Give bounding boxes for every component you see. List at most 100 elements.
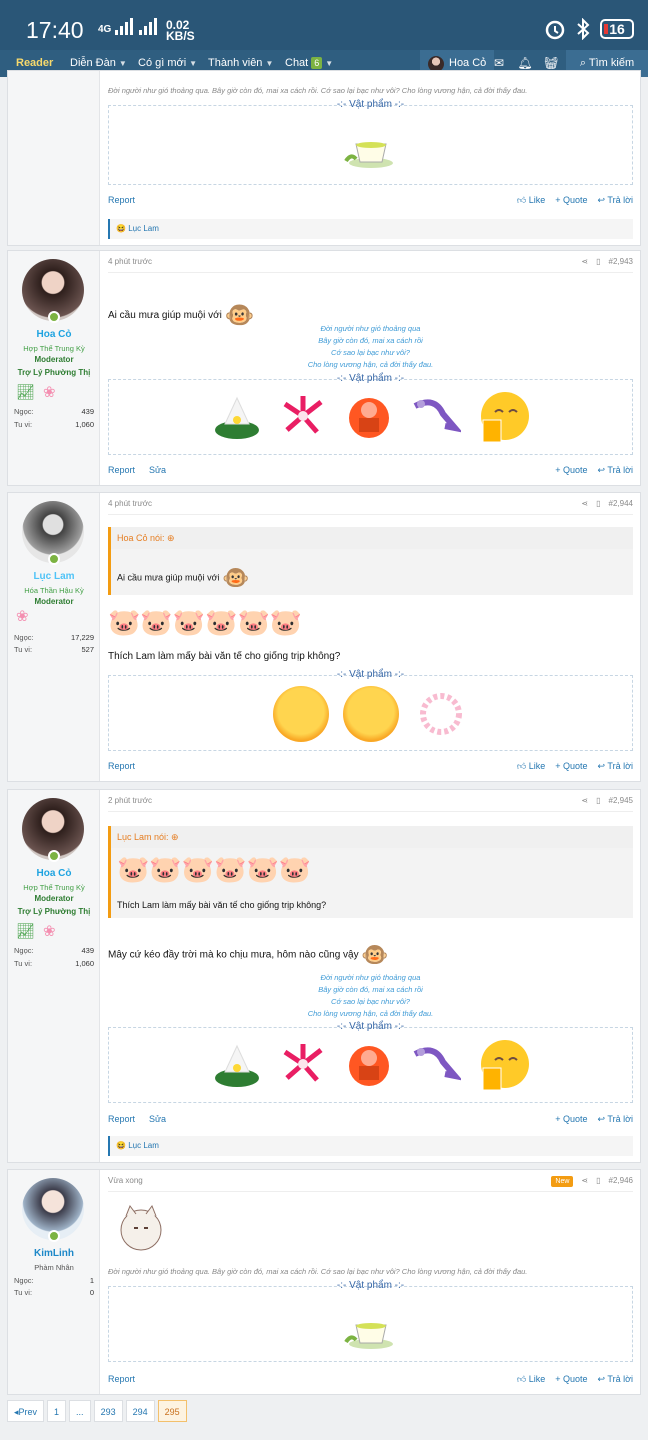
username[interactable]: Hoa Cỏ xyxy=(8,329,100,340)
online-indicator-icon xyxy=(48,850,60,862)
post-number[interactable]: #2,946 xyxy=(609,1170,633,1192)
chevron-down-icon: ▼ xyxy=(118,59,127,68)
stat-ngoc: Ngọc: 1 xyxy=(14,1276,94,1285)
page-293[interactable]: 293 xyxy=(93,1400,123,1422)
quote-block: Lục Lam nói: ⊕ 🐷🐷🐷🐷🐷🐷 Thích Lam làm mấy … xyxy=(108,826,633,918)
page-295-current[interactable]: 295 xyxy=(157,1400,187,1422)
item-box: -:- Vật phẩm -:- xyxy=(108,1021,633,1103)
net-speed: 0.02 KB/S xyxy=(166,18,195,43)
beer-emoji-icon xyxy=(480,1040,529,1091)
pagination: ◂Prev 1 ... 293 294 295 xyxy=(7,1400,187,1422)
lily-item-icon xyxy=(283,396,323,434)
status-bar: 17:40 4G 0.02 KB/S 16 xyxy=(0,0,648,50)
item-box: -:- Vật phẩm -:- xyxy=(108,99,633,185)
quote-button[interactable]: + Quote xyxy=(555,1374,587,1385)
bookmark-icon[interactable]: ▯ xyxy=(596,790,600,812)
page-294[interactable]: 294 xyxy=(125,1400,155,1422)
laugh-emoji-icon: 😆 xyxy=(116,1141,126,1150)
post: Hoa Cỏ Hợp Thể Trung Kỳ Moderator Trợ Lý… xyxy=(7,789,641,1163)
fish-item-icon xyxy=(413,1047,461,1081)
post-time[interactable]: Vừa xong xyxy=(108,1176,143,1185)
reply-button[interactable]: ↩ Trả lời xyxy=(598,1114,633,1125)
new-badge: New xyxy=(551,1175,574,1187)
trend-badge-icon: 📈︎ xyxy=(16,923,36,940)
quote-button[interactable]: + Quote xyxy=(555,1114,587,1125)
like-button[interactable]: 👍︎ Like xyxy=(517,1374,545,1385)
flower-wreath-icon xyxy=(419,693,462,735)
reply-button[interactable]: ↩ Trả lời xyxy=(598,1374,633,1385)
sakura-badge-icon: ❀ xyxy=(16,608,29,625)
post-time[interactable]: 4 phút trước xyxy=(108,257,152,266)
cat-sticker-icon xyxy=(120,1204,162,1251)
online-indicator-icon xyxy=(48,553,60,565)
report-link[interactable]: Report xyxy=(108,1114,135,1124)
report-link[interactable]: Report xyxy=(108,465,135,475)
signature: Đời người như gió thoảng qua. Bây giờ cò… xyxy=(108,1267,528,1276)
page-ellipsis[interactable]: ... xyxy=(69,1400,91,1422)
share-icon[interactable]: ⋖ xyxy=(581,790,588,812)
quote-author[interactable]: Hoa Cỏ nói: ⊕ xyxy=(111,527,633,549)
reply-button[interactable]: ↩ Trả lời xyxy=(598,195,633,206)
like-button[interactable]: 👍︎ Like xyxy=(517,195,545,206)
chevron-down-icon: ▼ xyxy=(189,59,198,68)
reaction-bar[interactable]: 😆 Lục Lam xyxy=(108,219,633,239)
username[interactable]: KimLinh xyxy=(8,1248,100,1259)
quote-button[interactable]: + Quote xyxy=(555,465,587,476)
trend-badge-icon: 📈︎ xyxy=(16,384,36,401)
signature: Đời người như gió thoảng qua Bây giờ còn … xyxy=(307,324,434,369)
sakura-badge-icon: ❀ xyxy=(43,923,56,940)
arrow-up-icon: ⊕ xyxy=(171,832,179,842)
pig-stickers: 🐷🐷🐷🐷🐷🐷 xyxy=(117,854,311,885)
post-header: 4 phút trước ⋖ ▯ #2,944 xyxy=(108,493,633,515)
user-sidebar: Hoa Cỏ Hợp Thể Trung Kỳ Moderator Trợ Lý… xyxy=(8,251,100,485)
edit-link[interactable]: Sửa xyxy=(149,465,166,475)
like-button[interactable]: 👍︎ Like xyxy=(517,761,545,772)
share-icon[interactable]: ⋖ xyxy=(581,251,588,273)
reaction-bar[interactable]: 😆 Lục Lam xyxy=(108,1136,633,1156)
tea-cup-icon xyxy=(343,1323,393,1349)
quote-button[interactable]: + Quote xyxy=(555,195,587,206)
reply-button[interactable]: ↩ Trả lời xyxy=(598,761,633,772)
share-icon[interactable]: ⋖ xyxy=(581,493,588,515)
post-number[interactable]: #2,945 xyxy=(609,790,633,812)
bookmark-icon[interactable]: ▯ xyxy=(596,251,600,273)
reply-button[interactable]: ↩ Trả lời xyxy=(598,465,633,476)
username[interactable]: Hoa Cỏ xyxy=(8,868,100,879)
bookmark-icon[interactable]: ▯ xyxy=(596,1170,600,1192)
report-link[interactable]: Report xyxy=(108,761,135,771)
user-role-2: Trợ Lý Phường Thị xyxy=(17,907,91,916)
chevron-down-icon: ▼ xyxy=(265,59,274,68)
quote-button[interactable]: + Quote xyxy=(555,761,587,772)
post-time[interactable]: 4 phút trước xyxy=(108,499,152,508)
user-rank: Hợp Thể Trung Kỳ xyxy=(23,344,85,353)
stat-tuvi: Tu vi: 1,060 xyxy=(14,420,94,429)
clock: 17:40 xyxy=(26,17,84,43)
username[interactable]: Lục Lam xyxy=(8,571,100,582)
post-text: Mây cứ kéo đầy trời mà ko chịu mưa, hôm … xyxy=(108,942,389,967)
chat-count-badge: 6 xyxy=(311,57,323,69)
user-sidebar xyxy=(8,71,100,245)
edit-link[interactable]: Sửa xyxy=(149,1114,166,1124)
prev-page-button[interactable]: ◂Prev xyxy=(7,1400,45,1422)
user-role: Moderator xyxy=(34,894,74,903)
lily-item-icon xyxy=(283,1044,323,1082)
item-box-title: -:- Vật phẩm -:- xyxy=(336,669,405,680)
post-number[interactable]: #2,944 xyxy=(609,493,633,515)
stat-ngoc: Ngọc: 17,229 xyxy=(14,633,94,642)
report-link[interactable]: Report xyxy=(108,195,135,205)
bookmark-icon[interactable]: ▯ xyxy=(596,493,600,515)
user-role-2: Trợ Lý Phường Thị xyxy=(17,368,91,377)
pig-stickers: 🐷🐷🐷🐷🐷🐷 xyxy=(108,607,303,637)
page-1[interactable]: 1 xyxy=(47,1400,67,1422)
monkey-emoji-icon: 🐵 xyxy=(221,565,250,590)
quote-author[interactable]: Lục Lam nói: ⊕ xyxy=(111,826,633,848)
report-link[interactable]: Report xyxy=(108,1374,135,1384)
signal-bars-icon xyxy=(115,18,134,35)
post-time[interactable]: 2 phút trước xyxy=(108,796,152,805)
hug-emoji-icon xyxy=(272,686,329,742)
lotus-item-icon xyxy=(214,1044,259,1087)
post-number[interactable]: #2,943 xyxy=(609,251,633,273)
item-box-title: -:- Vật phẩm -:- xyxy=(336,1280,405,1291)
share-icon[interactable]: ⋖ xyxy=(581,1170,588,1192)
post: Lục Lam Hóa Thần Hậu Kỳ Moderator ❀ Ngọc… xyxy=(7,492,641,782)
